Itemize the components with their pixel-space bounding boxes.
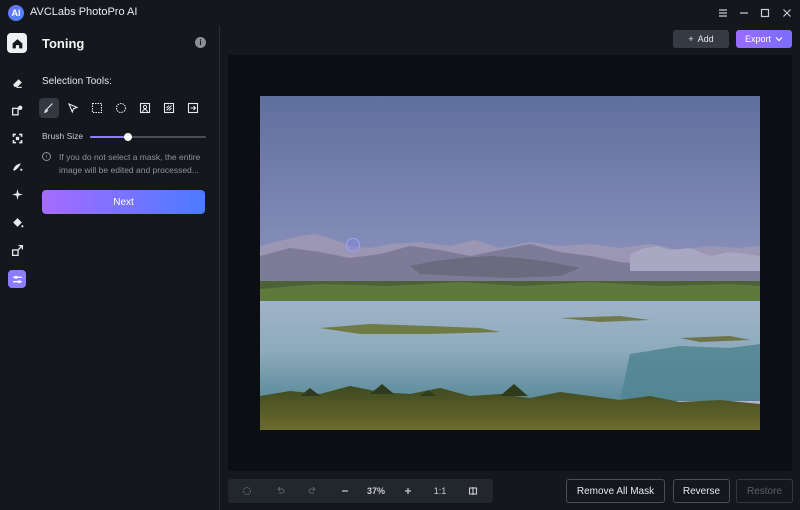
zoom-out-icon[interactable]: [336, 479, 354, 503]
chevron-down-icon: [775, 37, 783, 42]
lasso-tool-icon[interactable]: [63, 98, 83, 118]
brush-size-label: Brush Size: [42, 131, 84, 141]
next-button[interactable]: Next: [42, 190, 205, 214]
menu-icon[interactable]: [714, 4, 732, 22]
resize-icon[interactable]: [8, 241, 26, 259]
zoom-in-icon[interactable]: [399, 479, 417, 503]
slider-fill: [90, 136, 129, 138]
close-icon[interactable]: [778, 4, 796, 22]
remove-all-mask-button[interactable]: Remove All Mask: [566, 479, 665, 503]
reverse-button[interactable]: Reverse: [673, 479, 730, 503]
landscape-photo[interactable]: [260, 96, 760, 430]
brush-tool-icon[interactable]: [39, 98, 59, 118]
export-label: Export: [744, 34, 771, 44]
import-mask-icon[interactable]: [183, 98, 203, 118]
compare-icon[interactable]: [464, 479, 482, 503]
app-logo-icon: AI: [8, 5, 24, 21]
rectangle-select-icon[interactable]: [87, 98, 107, 118]
panel-divider: [219, 26, 220, 510]
brush-cursor: [346, 238, 360, 252]
ellipse-select-icon[interactable]: [111, 98, 131, 118]
eraser-icon[interactable]: [8, 73, 26, 91]
notice-text: If you do not select a mask, the entire …: [59, 152, 201, 175]
title-bar: AI AVCLabs PhotoPro AI: [0, 0, 800, 26]
reset-icon[interactable]: [238, 479, 256, 503]
actual-size-button[interactable]: 1:1: [429, 479, 451, 503]
minimize-icon[interactable]: [735, 4, 753, 22]
maximize-icon[interactable]: [756, 4, 774, 22]
zoom-level: 37%: [366, 486, 385, 496]
info-icon[interactable]: i: [195, 37, 206, 48]
toning-panel: Toning i Selection Tools: Brush Size i I…: [34, 26, 219, 510]
selection-tools: [39, 98, 211, 118]
undo-icon[interactable]: [271, 479, 289, 503]
object-select-icon[interactable]: [159, 98, 179, 118]
add-label: Add: [697, 34, 714, 44]
notice-info-icon: i: [42, 152, 51, 161]
sparkle-icon[interactable]: [8, 185, 26, 203]
toning-icon[interactable]: [8, 270, 26, 288]
panel-title: Toning: [42, 36, 85, 51]
tool-rail: [0, 26, 34, 510]
restore-button[interactable]: Restore: [736, 479, 793, 503]
image-canvas[interactable]: [228, 55, 792, 471]
app-title: AVCLabs PhotoPro AI: [30, 6, 138, 18]
home-icon[interactable]: [7, 33, 27, 53]
colorize-icon[interactable]: [8, 157, 26, 175]
slider-thumb[interactable]: [124, 133, 133, 141]
plus-icon: +: [688, 34, 694, 44]
enhance-icon[interactable]: [8, 129, 26, 147]
fill-icon[interactable]: [8, 213, 26, 231]
zoom-toolbar: 37% 1:1: [228, 479, 493, 503]
add-button[interactable]: + Add: [673, 30, 729, 48]
brush-size-slider[interactable]: [90, 132, 206, 142]
redo-icon[interactable]: [304, 479, 322, 503]
export-button[interactable]: Export: [736, 30, 792, 48]
portrait-select-icon[interactable]: [135, 98, 155, 118]
app-window: AI AVCLabs PhotoPro AI Toning i Selectio…: [0, 0, 800, 510]
selection-tools-label: Selection Tools:: [42, 76, 112, 87]
replace-icon[interactable]: [8, 101, 26, 119]
